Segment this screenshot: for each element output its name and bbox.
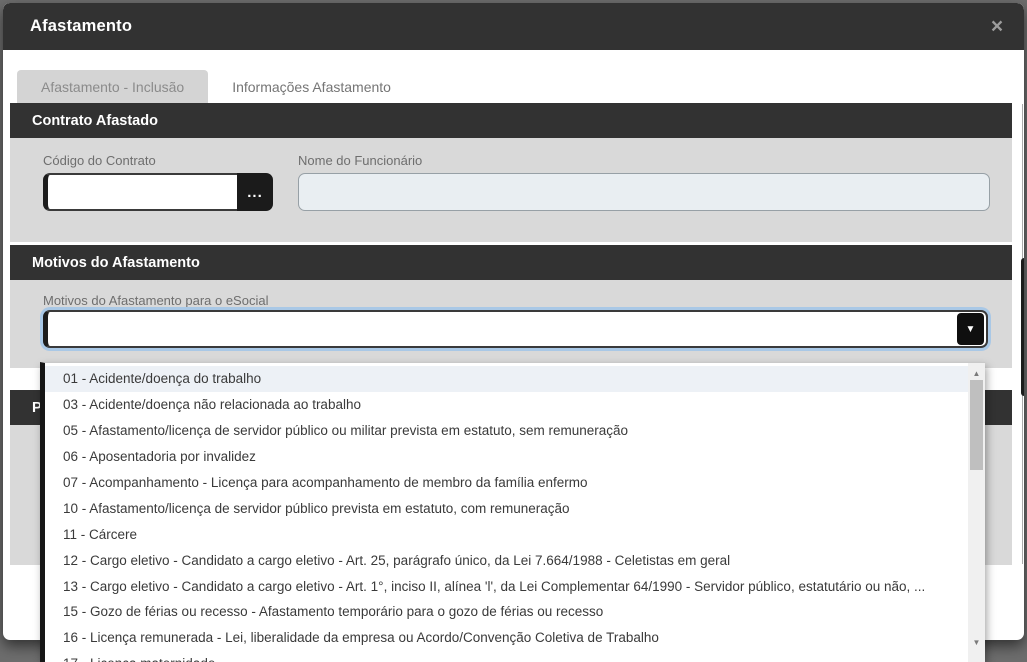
dropdown-options: 01 - Acidente/doença do trabalho 03 - Aci… (45, 366, 968, 662)
dropdown-option[interactable]: 06 - Aposentadoria por invalidez (45, 444, 968, 470)
nome-funcionario-field-group: Nome do Funcionário (298, 153, 990, 242)
nome-funcionario-input (298, 173, 990, 211)
dropdown-scrollbar-thumb[interactable] (970, 380, 983, 470)
codigo-contrato-input[interactable] (43, 173, 239, 211)
modal-scrollbar-thumb[interactable] (1021, 258, 1024, 396)
motivos-esocial-combobox: ▼ (43, 310, 988, 348)
section-body-motivos: Motivos do Afastamento para o eSocial ▼ (10, 280, 1012, 368)
dropdown-option[interactable]: 01 - Acidente/doença do trabalho (45, 366, 968, 392)
dropdown-option[interactable]: 07 - Acompanhamento - Licença para acomp… (45, 470, 968, 496)
combobox-dropdown-button[interactable]: ▼ (957, 313, 984, 345)
chevron-down-icon: ▼ (965, 323, 976, 335)
dropdown-option[interactable]: 05 - Afastamento/licença de servidor púb… (45, 418, 968, 444)
section-body-contrato: Código do Contrato ... Nome do Funcionár… (10, 138, 1012, 242)
modal-titlebar: Afastamento (3, 3, 1024, 50)
scroll-down-icon[interactable]: ▼ (968, 634, 985, 650)
codigo-contrato-field-group: Código do Contrato ... (43, 153, 273, 242)
dropdown-scrollbar[interactable]: ▲ ▼ (968, 363, 985, 662)
motivos-dropdown-list: 01 - Acidente/doença do trabalho 03 - Aci… (40, 362, 985, 662)
codigo-contrato-label: Código do Contrato (43, 153, 156, 168)
codigo-contrato-input-row: ... (43, 173, 273, 211)
dropdown-option[interactable]: 11 - Cárcere (45, 521, 968, 547)
motivos-esocial-input[interactable] (43, 310, 988, 348)
dropdown-option[interactable]: 10 - Afastamento/licença de servidor púb… (45, 495, 968, 521)
dropdown-option[interactable]: 12 - Cargo eletivo - Candidato a cargo e… (45, 547, 968, 573)
modal-title: Afastamento (30, 17, 133, 35)
tab-bar: Afastamento - Inclusão Informações Afast… (17, 70, 415, 103)
dropdown-option[interactable]: 15 - Gozo de férias ou recesso - Afastam… (45, 599, 968, 625)
dropdown-option[interactable]: 13 - Cargo eletivo - Candidato a cargo e… (45, 573, 968, 599)
section-header-contrato-afastado: Contrato Afastado (10, 103, 1012, 138)
close-icon[interactable]: × (983, 3, 1011, 50)
dropdown-option[interactable]: 16 - Licença remunerada - Lei, liberalid… (45, 625, 968, 651)
tab-informacoes-afastamento[interactable]: Informações Afastamento (208, 70, 415, 103)
scroll-up-icon[interactable]: ▲ (968, 365, 985, 381)
section-title: Motivos do Afastamento (32, 254, 200, 271)
dropdown-option[interactable]: 17 - Licença maternidade (45, 651, 968, 662)
motivos-esocial-label: Motivos do Afastamento para o eSocial (43, 293, 269, 308)
tab-afastamento-inclusao[interactable]: Afastamento - Inclusão (17, 70, 209, 103)
dropdown-option[interactable]: 03 - Acidente/doença não relacionada ao … (45, 392, 968, 418)
nome-funcionario-label: Nome do Funcionário (298, 153, 423, 168)
codigo-contrato-lookup-button[interactable]: ... (237, 173, 273, 211)
page-backdrop: Afastamento × Afastamento - Inclusão Inf… (0, 0, 1027, 662)
section-header-motivos-afastamento: Motivos do Afastamento (10, 245, 1012, 280)
section-title: Contrato Afastado (32, 112, 158, 129)
